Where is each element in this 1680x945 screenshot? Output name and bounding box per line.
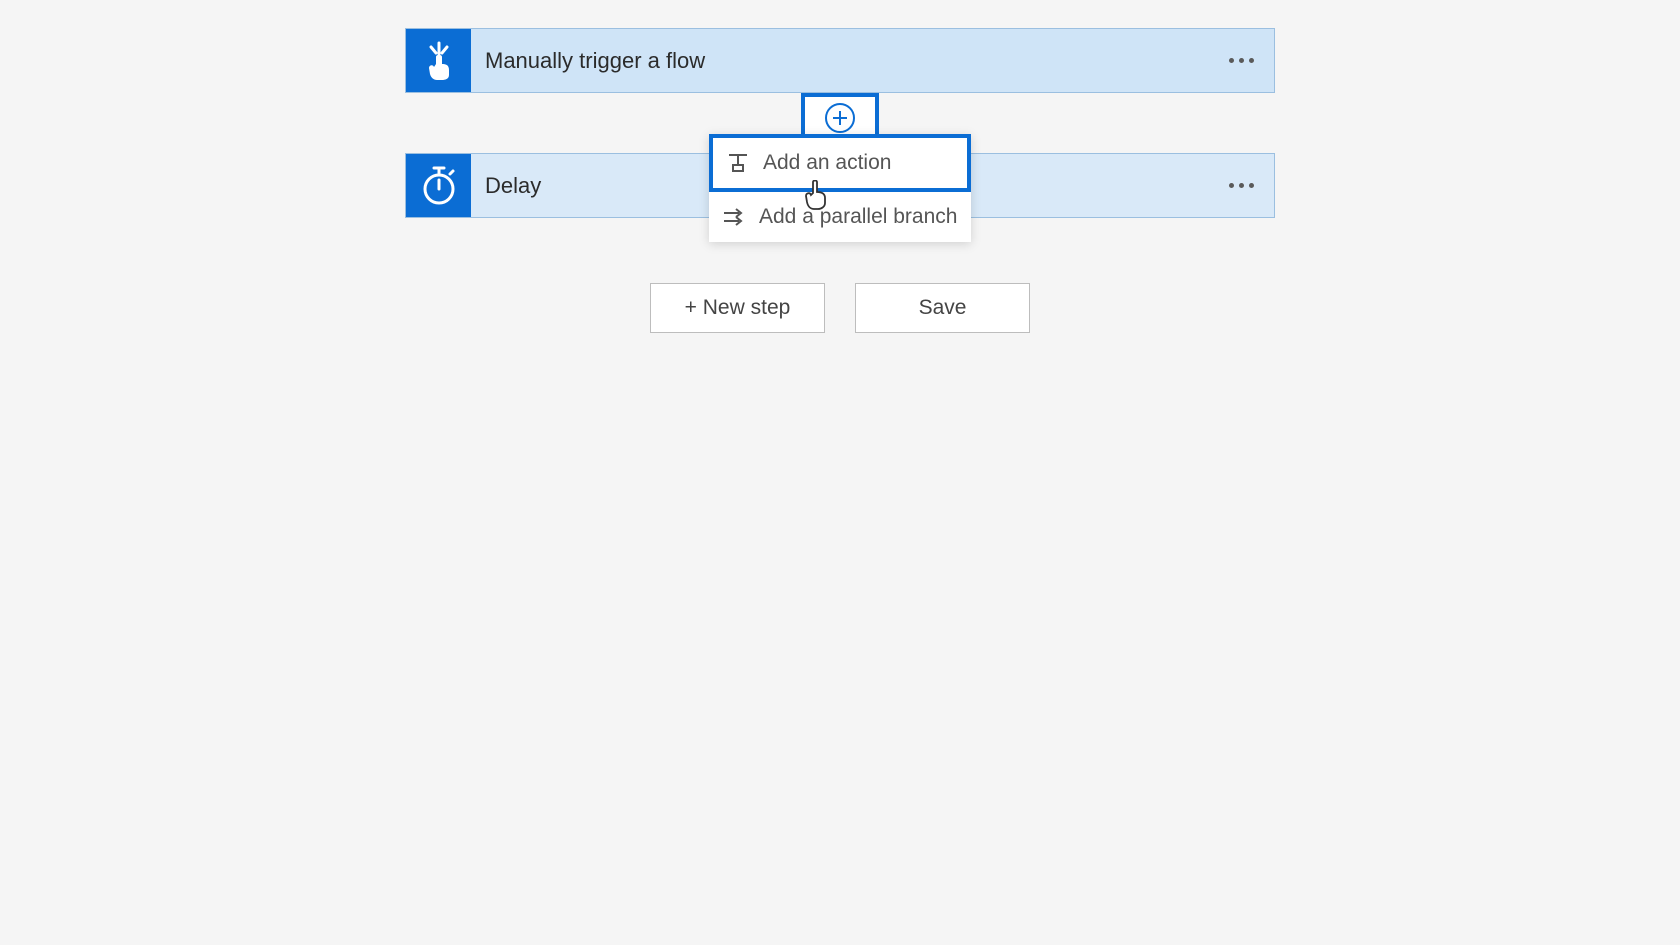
trigger-card-icon-box [406,29,471,92]
save-label: Save [919,296,967,320]
new-step-button[interactable]: + New step [650,283,825,333]
stopwatch-icon [419,165,459,207]
add-parallel-branch-label: Add a parallel branch [759,205,957,229]
more-dots-icon [1229,58,1234,63]
new-step-label: + New step [685,296,791,320]
parallel-branch-icon [721,208,747,226]
trigger-card[interactable]: Manually trigger a flow [405,28,1275,93]
add-action-label: Add an action [763,151,891,175]
more-dots-icon [1229,183,1234,188]
connector-area: Add an action Add a parallel branch [405,93,1275,153]
flow-designer-canvas: Manually trigger a flow Add an actio [0,0,1680,333]
save-button[interactable]: Save [855,283,1030,333]
footer-actions: + New step Save [650,283,1030,333]
add-action-icon [725,153,751,173]
insert-step-dropdown: Add an action Add a parallel branch [709,134,971,242]
delay-card-icon-box [406,154,471,217]
manual-trigger-icon [419,40,459,82]
add-action-menu-item[interactable]: Add an action [709,134,971,192]
trigger-card-title: Manually trigger a flow [485,48,1216,74]
trigger-card-more-button[interactable] [1216,58,1266,63]
delay-card-more-button[interactable] [1216,183,1266,188]
plus-icon [825,103,855,133]
add-parallel-branch-menu-item[interactable]: Add a parallel branch [709,192,971,242]
